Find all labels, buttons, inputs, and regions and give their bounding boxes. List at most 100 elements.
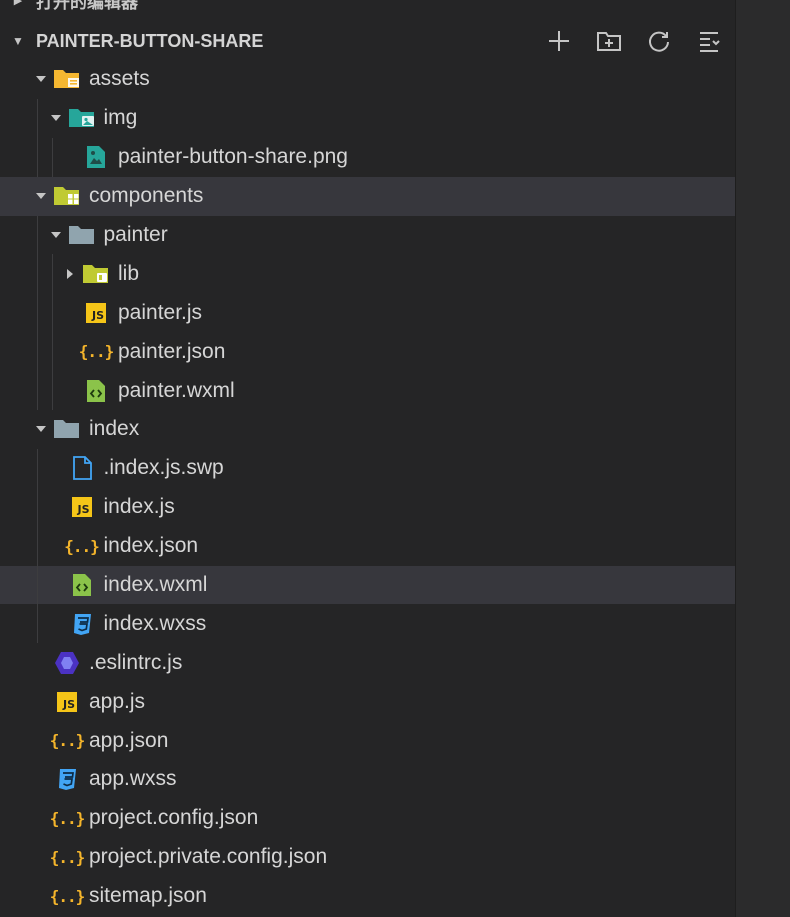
explorer-panel: ▶ 打开的编辑器 ▼ PAINTER-BUTTON-SHARE assets im… xyxy=(0,0,735,917)
folder-images-icon xyxy=(67,105,97,131)
file-icon xyxy=(67,455,97,481)
new-folder-button[interactable] xyxy=(591,26,627,56)
chevron-down-icon: ▼ xyxy=(12,34,24,48)
tree-item-painter-wxml[interactable]: painter.wxml xyxy=(0,371,735,411)
tree-item-label: sitemap.json xyxy=(89,884,207,908)
indent-guide xyxy=(37,254,38,294)
tree-item-label: components xyxy=(89,184,204,208)
tree-item-index[interactable]: index xyxy=(0,410,735,449)
tree-item-assets[interactable]: assets xyxy=(0,60,735,99)
tree-item-painter-json[interactable]: {..} painter.json xyxy=(0,332,735,372)
collapse-all-icon xyxy=(700,32,720,52)
tree-item-index-wxml[interactable]: index.wxml xyxy=(0,565,735,605)
indent-guide xyxy=(37,487,38,527)
chevron-down-icon xyxy=(30,69,52,89)
tree-item-painter[interactable]: painter xyxy=(0,215,735,255)
file-tree: assets img painter-button-share.png compone… xyxy=(0,60,735,916)
editor-edge xyxy=(735,0,790,917)
tree-item-label: painter-button-share.png xyxy=(118,145,348,169)
tree-item-label: app.js xyxy=(89,689,146,713)
project-title: PAINTER-BUTTON-SHARE xyxy=(36,30,264,51)
css-file-icon xyxy=(52,766,82,792)
js-file-icon: JS xyxy=(67,494,97,520)
tree-item-label: lib xyxy=(118,261,140,285)
chevron-down-icon xyxy=(45,108,67,128)
project-section-header[interactable]: ▼ PAINTER-BUTTON-SHARE xyxy=(0,22,735,60)
tree-item-app-js[interactable]: JS app.js xyxy=(0,682,735,721)
tree-item-label: painter.js xyxy=(118,300,203,324)
json-file-icon: {..} xyxy=(49,808,86,828)
tree-item-img[interactable]: img xyxy=(0,98,735,138)
folder-icon xyxy=(67,222,97,248)
chevron-down-icon xyxy=(30,186,52,206)
tree-item-sitemap-json[interactable]: {..} sitemap.json xyxy=(0,877,735,916)
wxml-file-icon xyxy=(67,572,97,598)
tree-item-painter-button-share-png[interactable]: painter-button-share.png xyxy=(0,137,735,177)
tree-item-lib[interactable]: lib xyxy=(0,254,735,294)
indent-guide xyxy=(37,565,38,605)
json-file-icon: {..} xyxy=(64,536,100,556)
tree-item-label: index.wxss xyxy=(103,611,207,635)
tree-item-label: index.json xyxy=(103,534,199,558)
indent-guide xyxy=(37,215,38,255)
css-file-icon xyxy=(67,611,97,637)
tree-item-eslintrc-js[interactable]: .eslintrc.js xyxy=(0,643,735,682)
indent-guide xyxy=(51,371,53,411)
new-file-button[interactable] xyxy=(541,26,577,56)
tree-item-index-json[interactable]: {..} index.json xyxy=(0,526,735,566)
tree-item-label: .eslintrc.js xyxy=(89,650,183,674)
js-file-icon: JS xyxy=(52,689,82,715)
tree-item-label: project.private.config.json xyxy=(89,845,328,869)
open-editors-header[interactable]: ▶ 打开的编辑器 xyxy=(0,0,735,14)
json-file-icon: {..} xyxy=(49,731,86,751)
new-folder-icon xyxy=(597,32,621,51)
tree-item-label: index.wxml xyxy=(103,573,208,597)
indent-guide xyxy=(51,137,53,177)
eslint-icon xyxy=(52,650,82,676)
tree-item-index-wxss[interactable]: index.wxss xyxy=(0,604,735,644)
tree-item-label: app.json xyxy=(89,728,169,752)
refresh-icon xyxy=(649,31,669,52)
tree-item-painter-js[interactable]: JS painter.js xyxy=(0,293,735,333)
tree-item-index-js[interactable]: JS index.js xyxy=(0,487,735,527)
folder-icon xyxy=(52,416,82,442)
indent-guide xyxy=(51,332,53,372)
tree-item-app-json[interactable]: {..} app.json xyxy=(0,721,735,760)
indent-guide xyxy=(51,293,53,333)
plus-icon xyxy=(549,31,569,51)
collapse-all-button[interactable] xyxy=(691,26,727,56)
chevron-down-icon xyxy=(30,419,52,439)
folder-components-icon xyxy=(52,183,82,209)
json-file-icon: {..} xyxy=(49,847,86,867)
indent-guide xyxy=(37,448,38,488)
indent-guide xyxy=(37,293,38,333)
tree-item-label: index xyxy=(89,417,140,441)
tree-item-label: assets xyxy=(89,67,150,91)
tree-item-project-config-json[interactable]: {..} project.config.json xyxy=(0,799,735,838)
tree-item-label: painter xyxy=(103,223,168,246)
json-file-icon: {..} xyxy=(78,342,115,362)
tree-item-project-private-config-json[interactable]: {..} project.private.config.json xyxy=(0,838,735,877)
indent-guide xyxy=(37,98,38,138)
indent-guide xyxy=(37,604,38,644)
tree-item-app-wxss[interactable]: app.wxss xyxy=(0,760,735,799)
folder-assets-icon xyxy=(52,66,82,92)
refresh-button[interactable] xyxy=(641,26,677,56)
chevron-right-icon: ▶ xyxy=(13,0,23,7)
folder-lib-icon xyxy=(81,261,111,287)
tree-item-components[interactable]: components xyxy=(0,176,735,216)
tree-item-index-js-swp[interactable]: .index.js.swp xyxy=(0,448,735,488)
wxml-file-icon xyxy=(81,378,111,404)
